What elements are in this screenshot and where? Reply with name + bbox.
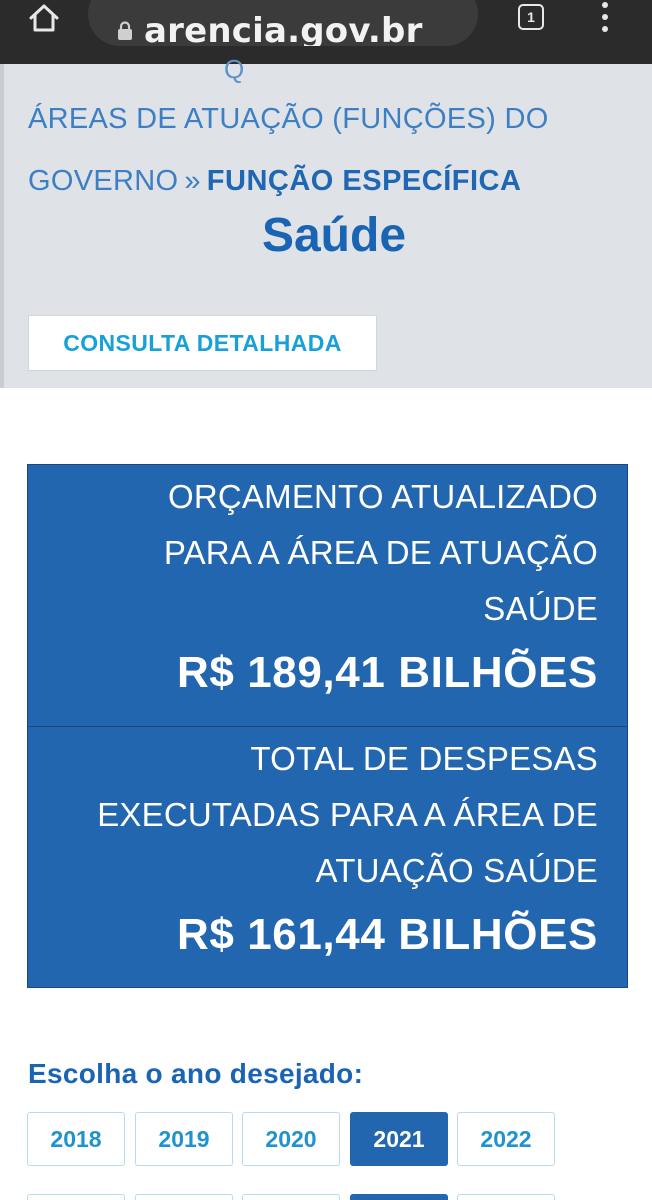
year-button-partial[interactable] — [27, 1194, 125, 1200]
year-button-2018[interactable]: 2018 — [27, 1112, 125, 1166]
lock-icon — [118, 21, 132, 40]
year-button-partial[interactable] — [242, 1194, 340, 1200]
partial-heading-glyph: Q — [224, 54, 245, 84]
overflow-menu-icon — [602, 2, 608, 8]
detailed-query-button[interactable]: CONSULTA DETALHADA — [28, 315, 377, 371]
tab-switcher-icon: 1 — [518, 4, 544, 30]
budget-panel: ORÇAMENTO ATUALIZADO PARA A ÁREA DE ATUA… — [28, 465, 627, 727]
tab-count: 1 — [527, 9, 535, 25]
expenses-label-line: EXECUTADAS PARA A ÁREA DE — [97, 796, 598, 833]
breadcrumb-separator: » — [184, 165, 201, 197]
expenses-panel: TOTAL DE DESPESAS EXECUTADAS PARA A ÁREA… — [28, 727, 627, 989]
overflow-menu-button[interactable] — [592, 0, 618, 34]
budget-label-line: PARA A ÁREA DE ATUAÇÃO — [163, 534, 598, 571]
year-button-partial[interactable] — [135, 1194, 233, 1200]
year-button-2022[interactable]: 2022 — [457, 1112, 555, 1166]
year-button-partial[interactable] — [350, 1194, 448, 1200]
year-button-2021[interactable]: 2021 — [350, 1112, 448, 1166]
browser-toolbar: arencia.gov.br 1 — [0, 0, 652, 64]
breadcrumb-current: FUNÇÃO ESPECÍFICA — [206, 165, 522, 197]
home-button[interactable] — [26, 2, 62, 34]
budget-value: R$ 189,41 BILHÕES — [176, 648, 598, 697]
summary-panels: ORÇAMENTO ATUALIZADO PARA A ÁREA DE ATUA… — [27, 464, 628, 988]
year-button-partial[interactable] — [457, 1194, 555, 1200]
tab-switcher-button[interactable]: 1 — [514, 2, 548, 32]
budget-label: ORÇAMENTO ATUALIZADO PARA A ÁREA DE ATUA… — [28, 465, 598, 637]
url-text: arencia.gov.br — [144, 11, 423, 46]
home-icon — [29, 4, 59, 32]
page-title: Saúde — [261, 209, 407, 262]
budget-label-line: SAÚDE — [483, 590, 598, 627]
expenses-value: R$ 161,44 BILHÕES — [176, 910, 598, 959]
menu-dot — [602, 14, 608, 20]
breadcrumb: ÁREAS DE ATUAÇÃO (FUNÇÕES) DO GOVERNO» FU… — [28, 88, 618, 212]
expenses-label-line: ATUAÇÃO SAÚDE — [315, 852, 598, 889]
menu-dot — [602, 26, 608, 32]
year-prompt: Escolha o ano desejado: — [28, 1058, 364, 1089]
expenses-label: TOTAL DE DESPESAS EXECUTADAS PARA A ÁREA… — [28, 727, 598, 899]
expenses-label-line: TOTAL DE DESPESAS — [250, 740, 598, 777]
year-button-2019[interactable]: 2019 — [135, 1112, 233, 1166]
breadcrumb-parent-line1[interactable]: ÁREAS DE ATUAÇÃO (FUNÇÕES) DO — [28, 88, 618, 150]
year-button-2020[interactable]: 2020 — [242, 1112, 340, 1166]
budget-label-line: ORÇAMENTO ATUALIZADO — [167, 478, 598, 515]
breadcrumb-parent-line2[interactable]: GOVERNO — [28, 165, 178, 197]
address-bar[interactable]: arencia.gov.br — [88, 0, 478, 46]
